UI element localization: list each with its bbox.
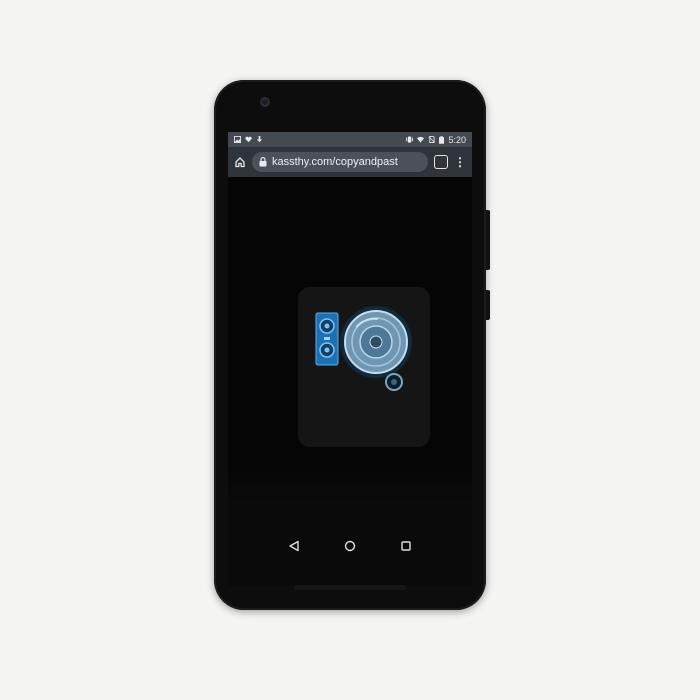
browser-toolbar: kassthy.com/copyandpast ⋮ (228, 147, 472, 177)
status-time: 5:20 (448, 134, 466, 145)
url-text: kassthy.com/copyandpast (272, 156, 398, 168)
phone-screen: 5:20 kassthy.com/copyandpast ⋮ (228, 132, 472, 586)
status-bar: 5:20 (228, 132, 472, 147)
app-icon-card[interactable] (298, 287, 430, 447)
home-circle-icon[interactable] (343, 539, 357, 553)
no-sim-icon (429, 136, 436, 143)
back-triangle-icon[interactable] (287, 539, 301, 553)
status-right-icons: 5:20 (406, 135, 466, 145)
speaker-spinning-icon (315, 306, 412, 391)
url-bar[interactable]: kassthy.com/copyandpast (252, 152, 428, 172)
image-icon (234, 136, 241, 143)
lock-icon (259, 157, 267, 167)
download-icon (256, 136, 263, 143)
more-vert-icon[interactable]: ⋮ (454, 156, 466, 168)
heart-icon (245, 136, 252, 143)
battery-icon (439, 135, 445, 144)
volume-button (486, 210, 490, 270)
status-left-icons (234, 136, 263, 143)
vibrate-icon (406, 136, 414, 143)
android-nav-bar (228, 506, 472, 586)
front-camera (260, 97, 270, 107)
speaker-grill (294, 585, 406, 590)
phone-device: 5:20 kassthy.com/copyandpast ⋮ (214, 80, 490, 610)
tab-switcher-button[interactable] (434, 155, 448, 169)
wifi-icon (417, 136, 425, 143)
home-icon[interactable] (234, 156, 246, 168)
recents-square-icon[interactable] (399, 539, 413, 553)
power-button (486, 290, 490, 320)
